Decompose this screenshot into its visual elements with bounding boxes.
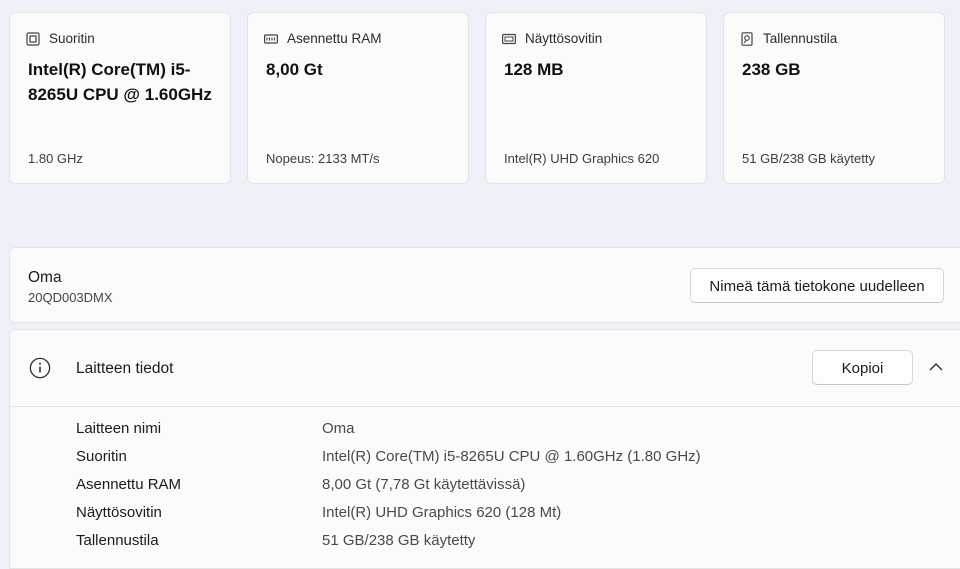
storage-icon bbox=[741, 31, 753, 46]
card-value: 128 MB bbox=[504, 60, 564, 79]
card-label: Näyttösovitin bbox=[525, 31, 603, 46]
card-storage: Tallennustila 238 GB 51 GB/238 GB käytet… bbox=[723, 12, 945, 184]
card-label: Tallennustila bbox=[763, 31, 838, 46]
card-subtext: 1.80 GHz bbox=[28, 151, 83, 166]
spec-key: Laitteen nimi bbox=[76, 420, 162, 437]
info-icon bbox=[29, 357, 51, 379]
spec-value: Intel(R) UHD Graphics 620 (128 Mt) bbox=[322, 504, 562, 521]
chevron-up-icon[interactable] bbox=[928, 361, 944, 373]
spec-key: Asennettu RAM bbox=[76, 476, 182, 493]
rename-pc-button[interactable]: Nimeä tämä tietokone uudelleen bbox=[690, 268, 944, 303]
card-value: Intel(R) Core(TM) i5-8265U CPU @ 1.60GHz bbox=[28, 60, 212, 104]
card-subtext: Nopeus: 2133 MT/s bbox=[266, 151, 380, 166]
card-label: Asennettu RAM bbox=[287, 31, 382, 46]
card-ram: Asennettu RAM 8,00 Gt Nopeus: 2133 MT/s bbox=[247, 12, 469, 184]
card-subtext: Intel(R) UHD Graphics 620 bbox=[504, 151, 660, 166]
card-value: 8,00 Gt bbox=[266, 60, 323, 79]
processor-icon bbox=[26, 31, 40, 46]
spec-value: 51 GB/238 GB käytetty bbox=[322, 532, 476, 549]
spec-row: Tallennustila 51 GB/238 GB käytetty bbox=[76, 532, 956, 552]
spec-key: Näyttösovitin bbox=[76, 504, 162, 521]
spec-row: Suoritin Intel(R) Core(TM) i5-8265U CPU … bbox=[76, 448, 956, 468]
spec-row: Laitteen nimi Oma bbox=[76, 420, 956, 440]
device-name: Oma bbox=[28, 269, 62, 286]
spec-row: Asennettu RAM 8,00 Gt (7,78 Gt käytettäv… bbox=[76, 476, 956, 496]
card-processor: Suoritin Intel(R) Core(TM) i5-8265U CPU … bbox=[9, 12, 231, 184]
section-title: Laitteen tiedot bbox=[76, 360, 174, 377]
spec-row: Näyttösovitin Intel(R) UHD Graphics 620 … bbox=[76, 504, 956, 524]
card-label: Suoritin bbox=[49, 31, 95, 46]
display-adapter-icon bbox=[502, 33, 516, 44]
copy-button[interactable]: Kopioi bbox=[812, 350, 913, 385]
spec-key: Suoritin bbox=[76, 448, 127, 465]
card-display-adapter: Näyttösovitin 128 MB Intel(R) UHD Graphi… bbox=[485, 12, 707, 184]
device-specifications-header[interactable]: Laitteen tiedot Kopioi bbox=[10, 330, 960, 407]
spec-key: Tallennustila bbox=[76, 532, 159, 549]
spec-value: 8,00 Gt (7,78 Gt käytettävissä) bbox=[322, 476, 526, 493]
card-value: 238 GB bbox=[742, 60, 801, 79]
ram-icon bbox=[264, 33, 278, 44]
device-name-panel: Oma 20QD003DMX Nimeä tämä tietokone uude… bbox=[9, 247, 960, 323]
device-specifications-panel: Laitteen tiedot Kopioi Laitteen nimi Oma… bbox=[9, 329, 960, 569]
spec-value: Oma bbox=[322, 420, 355, 437]
device-model: 20QD003DMX bbox=[28, 290, 113, 305]
card-subtext: 51 GB/238 GB käytetty bbox=[742, 151, 875, 166]
spec-value: Intel(R) Core(TM) i5-8265U CPU @ 1.60GHz… bbox=[322, 448, 701, 465]
